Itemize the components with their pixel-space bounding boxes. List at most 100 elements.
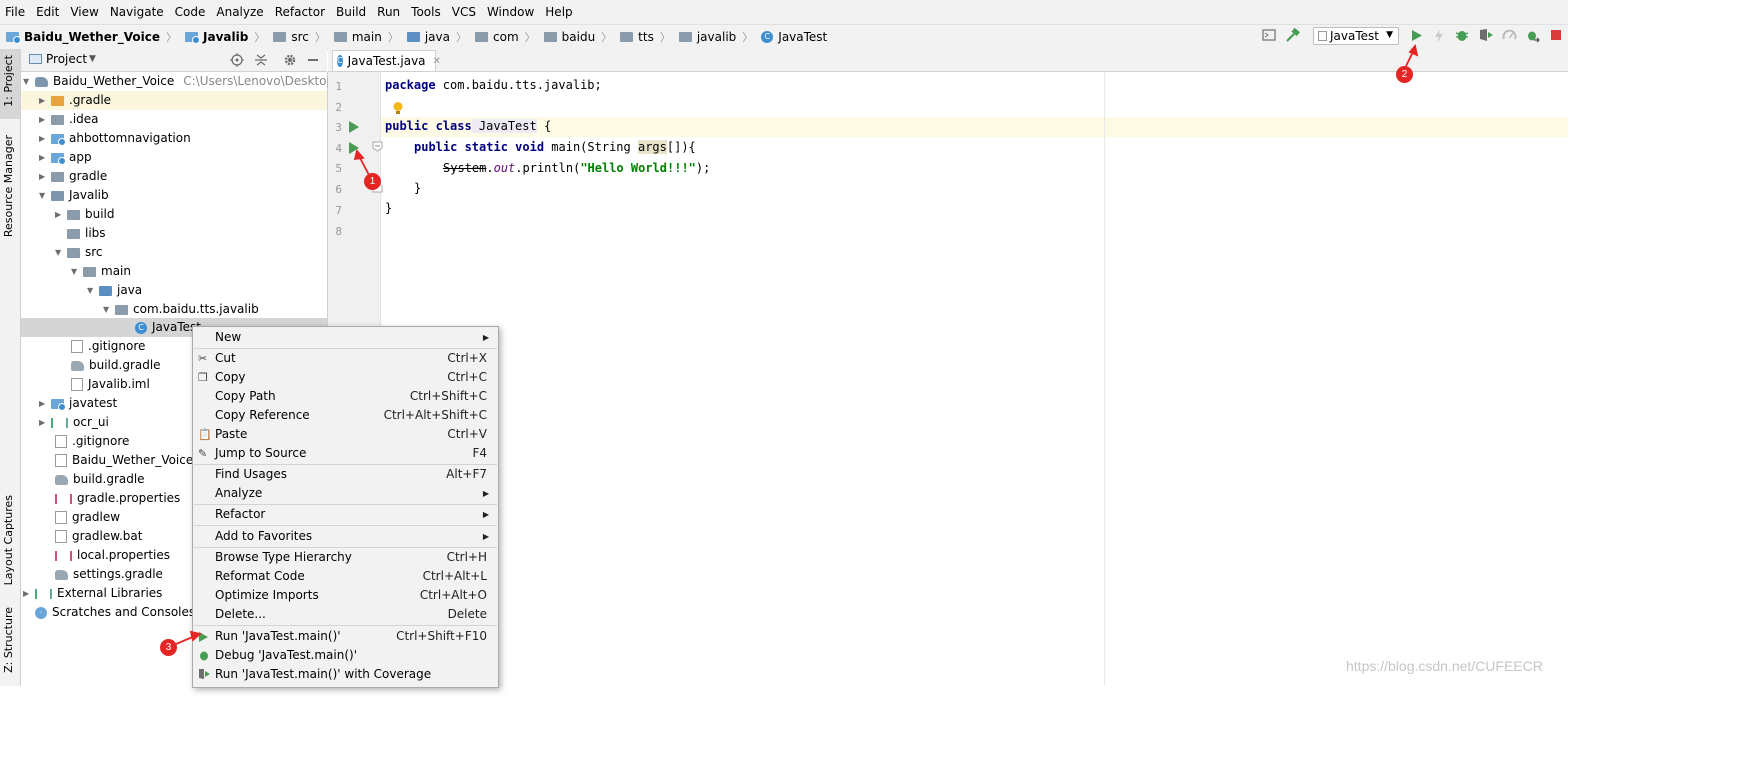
menu-window[interactable]: Window [482, 5, 540, 19]
menu-item-refactor[interactable]: Refactor ▶ [193, 505, 498, 524]
debug-bug-icon[interactable] [1455, 28, 1469, 42]
tree-item-build-gradle[interactable]: build.gradle [71, 356, 161, 375]
tree-item-label: settings.gradle [73, 567, 163, 581]
breadcrumb-tts[interactable]: tts 〉 [614, 29, 673, 45]
tab-project[interactable]: 1: Project [2, 55, 15, 107]
stop-icon[interactable] [1551, 30, 1561, 40]
menu-run[interactable]: Run [372, 5, 406, 19]
menu-build[interactable]: Build [331, 5, 372, 19]
collapse-all-icon[interactable] [254, 53, 268, 67]
tree-item-javatest[interactable]: ▶ javatest [39, 394, 117, 413]
menu-item-paste[interactable]: 📋 Paste Ctrl+V [193, 425, 498, 444]
tab-structure[interactable]: Z: Structure [2, 607, 15, 673]
tree-item-settings-gradle[interactable]: settings.gradle [55, 565, 163, 584]
terminal-icon[interactable] [1262, 28, 1276, 42]
breadcrumb-com[interactable]: com 〉 [469, 29, 538, 45]
tree-item-local-properties[interactable]: local.properties [55, 546, 170, 565]
menu-item-run-with-coverage[interactable]: Run 'JavaTest.main()' with Coverage [193, 665, 498, 684]
breadcrumb-class[interactable]: C JavaTest [755, 30, 829, 44]
tree-item-package[interactable]: ▼ com.baidu.tts.javalib [103, 300, 259, 319]
breadcrumb-module[interactable]: Javalib 〉 [179, 29, 267, 45]
close-icon[interactable]: ✕ [433, 56, 441, 67]
menu-item-copy[interactable]: ❐ Copy Ctrl+C [193, 368, 498, 387]
tree-item-build[interactable]: ▶ build [55, 205, 115, 224]
breadcrumb-src[interactable]: src 〉 [267, 29, 328, 45]
menu-item-cut[interactable]: ✂ Cut Ctrl+X [193, 349, 498, 368]
tree-item-javalib-iml[interactable]: Javalib.iml [71, 375, 150, 394]
tree-item-project-root[interactable]: ▼ Baidu_Wether_Voice C:\Users\Lenovo\Deskt… [23, 72, 358, 91]
tree-item-gradlew-bat[interactable]: gradlew.bat [55, 527, 142, 546]
menu-item-copy-reference[interactable]: Copy Reference Ctrl+Alt+Shift+C [193, 406, 498, 425]
menu-item-copy-path[interactable]: Copy Path Ctrl+Shift+C [193, 387, 498, 406]
menu-item-browse-type-hierarchy[interactable]: Browse Type Hierarchy Ctrl+H [193, 548, 498, 567]
tree-item-app[interactable]: ▶ app [39, 148, 92, 167]
menu-item-add-to-favorites[interactable]: Add to Favorites ▶ [193, 527, 498, 546]
tree-item-java[interactable]: ▼ java [87, 281, 142, 300]
apply-changes-icon[interactable] [1434, 29, 1444, 43]
breadcrumb-java[interactable]: java 〉 [401, 29, 469, 45]
menu-tools[interactable]: Tools [406, 5, 447, 19]
tab-resource-manager[interactable]: Resource Manager [2, 135, 15, 237]
fold-marker-icon[interactable] [372, 141, 383, 152]
tree-item-scratches[interactable]: · Scratches and Consoles [23, 603, 195, 622]
tree-item-main[interactable]: ▼ main [71, 262, 131, 281]
build-hammer-icon[interactable] [1285, 28, 1300, 43]
tree-item-src[interactable]: ▼ src [55, 243, 103, 262]
breadcrumb-main[interactable]: main 〉 [328, 29, 401, 45]
tree-item-gradle-properties[interactable]: gradle.properties [55, 489, 180, 508]
menu-item-jump-to-source[interactable]: ✎ Jump to Source F4 [193, 444, 498, 463]
locate-target-icon[interactable] [230, 53, 244, 67]
menu-item-debug-main[interactable]: Debug 'JavaTest.main()' [193, 646, 498, 665]
gutter-run-main-icon[interactable] [349, 142, 359, 154]
menu-label: Copy Reference [215, 408, 310, 422]
tree-item-gradle-dir[interactable]: ▶ .gradle [39, 91, 111, 110]
tree-item-ahbottomnavigation[interactable]: ▶ ahbottomnavigation [39, 129, 191, 148]
menu-vcs[interactable]: VCS [447, 5, 482, 19]
tree-item-root-gitignore[interactable]: .gitignore [55, 432, 129, 451]
tree-item-idea[interactable]: ▶ .idea [39, 110, 99, 129]
menu-item-reformat-code[interactable]: Reformat Code Ctrl+Alt+L [193, 567, 498, 586]
menu-view[interactable]: View [65, 5, 104, 19]
menu-code[interactable]: Code [170, 5, 212, 19]
tree-item-gitignore[interactable]: .gitignore [71, 337, 145, 356]
menu-item-find-usages[interactable]: Find Usages Alt+F7 [193, 465, 498, 484]
tree-item-libs[interactable]: libs [55, 224, 106, 243]
breadcrumb-javalib[interactable]: javalib 〉 [673, 29, 755, 45]
run-play-icon[interactable] [1411, 29, 1423, 42]
run-with-coverage-icon[interactable] [1479, 28, 1494, 42]
hide-minus-icon[interactable] [308, 59, 318, 61]
tab-layout-captures[interactable]: Layout Captures [2, 495, 15, 585]
breadcrumb-baidu[interactable]: baidu 〉 [538, 29, 615, 45]
menu-file[interactable]: File [0, 5, 31, 19]
attach-debugger-icon[interactable] [1525, 28, 1540, 43]
gutter-run-class-icon[interactable] [349, 121, 359, 133]
tree-item-ocr-ui[interactable]: ▶ ocr_ui [39, 413, 109, 432]
menu-label: Jump to Source [215, 446, 307, 460]
code-text: main(String [544, 140, 638, 154]
tree-item-project-iml[interactable]: Baidu_Wether_Voice.im [55, 451, 212, 470]
lightbulb-icon[interactable] [392, 101, 404, 116]
menu-item-analyze[interactable]: Analyze ▶ [193, 484, 498, 503]
profiler-icon[interactable] [1502, 28, 1517, 42]
menu-refactor[interactable]: Refactor [270, 5, 331, 19]
menu-help[interactable]: Help [540, 5, 578, 19]
project-view-label[interactable]: Project [46, 52, 87, 66]
gear-icon[interactable] [283, 53, 297, 67]
tab-javatest-java[interactable]: C JavaTest.java ✕ [332, 50, 441, 71]
breadcrumb-project[interactable]: Baidu_Wether_Voice 〉 [0, 29, 179, 45]
menu-analyze[interactable]: Analyze [211, 5, 269, 19]
tree-item-javalib[interactable]: ▼ Javalib [39, 186, 109, 205]
chevron-down-icon[interactable]: ▼ [89, 54, 96, 64]
tree-item-gradlew[interactable]: gradlew [55, 508, 120, 527]
tree-item-external-libraries[interactable]: ▶ External Libraries [23, 584, 162, 603]
project-panel-header: Project ▼ [21, 49, 327, 72]
tree-item-root-build-gradle[interactable]: build.gradle [55, 470, 145, 489]
menu-item-new[interactable]: New ▶ [193, 328, 498, 347]
menu-item-delete[interactable]: Delete... Delete [193, 605, 498, 624]
menu-item-run-main[interactable]: Run 'JavaTest.main()' Ctrl+Shift+F10 [193, 627, 498, 646]
run-configuration-select[interactable]: JavaTest ▼ [1313, 27, 1399, 45]
menu-edit[interactable]: Edit [31, 5, 65, 19]
menu-navigate[interactable]: Navigate [105, 5, 170, 19]
tree-item-gradle[interactable]: ▶ gradle [39, 167, 107, 186]
menu-item-optimize-imports[interactable]: Optimize Imports Ctrl+Alt+O [193, 586, 498, 605]
